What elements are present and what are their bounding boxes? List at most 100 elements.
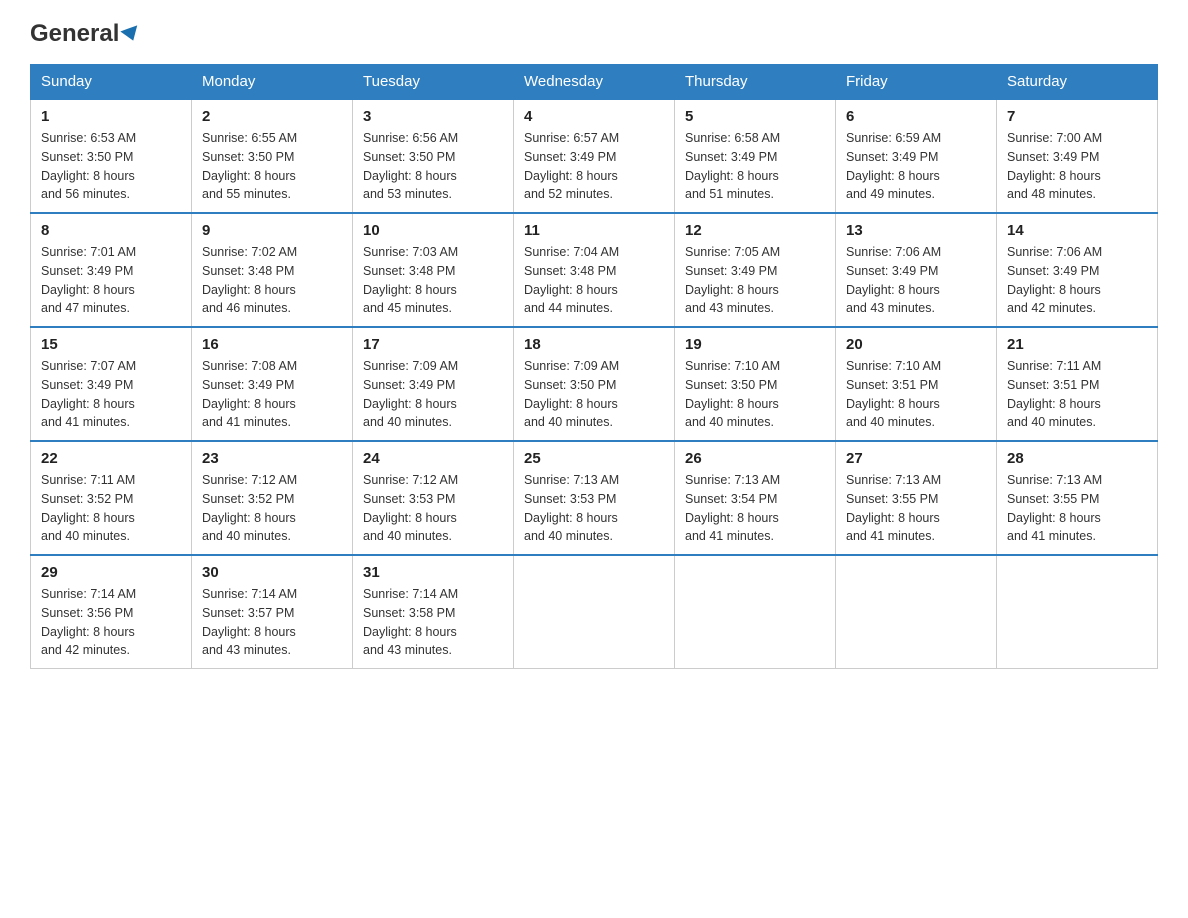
calendar-cell: 8 Sunrise: 7:01 AM Sunset: 3:49 PM Dayli…	[31, 213, 192, 327]
day-number: 19	[685, 336, 825, 353]
day-info: Sunrise: 6:53 AM Sunset: 3:50 PM Dayligh…	[41, 129, 181, 204]
calendar-cell: 28 Sunrise: 7:13 AM Sunset: 3:55 PM Dayl…	[997, 441, 1158, 555]
day-info: Sunrise: 7:14 AM Sunset: 3:57 PM Dayligh…	[202, 585, 342, 660]
day-of-week-header: Wednesday	[514, 65, 675, 100]
day-info: Sunrise: 7:12 AM Sunset: 3:52 PM Dayligh…	[202, 471, 342, 546]
day-info: Sunrise: 7:13 AM Sunset: 3:55 PM Dayligh…	[1007, 471, 1147, 546]
day-info: Sunrise: 7:06 AM Sunset: 3:49 PM Dayligh…	[846, 243, 986, 318]
calendar-cell: 17 Sunrise: 7:09 AM Sunset: 3:49 PM Dayl…	[353, 327, 514, 441]
day-number: 20	[846, 336, 986, 353]
day-info: Sunrise: 7:07 AM Sunset: 3:49 PM Dayligh…	[41, 357, 181, 432]
day-number: 22	[41, 450, 181, 467]
calendar-cell	[997, 555, 1158, 669]
day-number: 13	[846, 222, 986, 239]
day-number: 9	[202, 222, 342, 239]
day-number: 7	[1007, 108, 1147, 125]
day-info: Sunrise: 7:11 AM Sunset: 3:51 PM Dayligh…	[1007, 357, 1147, 432]
calendar-cell: 10 Sunrise: 7:03 AM Sunset: 3:48 PM Dayl…	[353, 213, 514, 327]
calendar-cell: 14 Sunrise: 7:06 AM Sunset: 3:49 PM Dayl…	[997, 213, 1158, 327]
day-number: 12	[685, 222, 825, 239]
calendar-cell: 25 Sunrise: 7:13 AM Sunset: 3:53 PM Dayl…	[514, 441, 675, 555]
day-info: Sunrise: 7:13 AM Sunset: 3:54 PM Dayligh…	[685, 471, 825, 546]
day-number: 26	[685, 450, 825, 467]
day-info: Sunrise: 7:03 AM Sunset: 3:48 PM Dayligh…	[363, 243, 503, 318]
day-number: 4	[524, 108, 664, 125]
calendar-cell: 20 Sunrise: 7:10 AM Sunset: 3:51 PM Dayl…	[836, 327, 997, 441]
day-info: Sunrise: 6:55 AM Sunset: 3:50 PM Dayligh…	[202, 129, 342, 204]
calendar-cell: 6 Sunrise: 6:59 AM Sunset: 3:49 PM Dayli…	[836, 99, 997, 213]
day-info: Sunrise: 6:59 AM Sunset: 3:49 PM Dayligh…	[846, 129, 986, 204]
calendar-week-row: 8 Sunrise: 7:01 AM Sunset: 3:49 PM Dayli…	[31, 213, 1158, 327]
day-of-week-header: Tuesday	[353, 65, 514, 100]
day-number: 14	[1007, 222, 1147, 239]
day-info: Sunrise: 7:12 AM Sunset: 3:53 PM Dayligh…	[363, 471, 503, 546]
calendar-cell: 19 Sunrise: 7:10 AM Sunset: 3:50 PM Dayl…	[675, 327, 836, 441]
day-info: Sunrise: 6:57 AM Sunset: 3:49 PM Dayligh…	[524, 129, 664, 204]
day-info: Sunrise: 7:13 AM Sunset: 3:55 PM Dayligh…	[846, 471, 986, 546]
day-number: 3	[363, 108, 503, 125]
calendar-week-row: 22 Sunrise: 7:11 AM Sunset: 3:52 PM Dayl…	[31, 441, 1158, 555]
day-number: 31	[363, 564, 503, 581]
day-info: Sunrise: 6:58 AM Sunset: 3:49 PM Dayligh…	[685, 129, 825, 204]
day-number: 10	[363, 222, 503, 239]
calendar-cell: 21 Sunrise: 7:11 AM Sunset: 3:51 PM Dayl…	[997, 327, 1158, 441]
day-info: Sunrise: 7:10 AM Sunset: 3:50 PM Dayligh…	[685, 357, 825, 432]
day-number: 16	[202, 336, 342, 353]
calendar-cell: 18 Sunrise: 7:09 AM Sunset: 3:50 PM Dayl…	[514, 327, 675, 441]
day-info: Sunrise: 7:06 AM Sunset: 3:49 PM Dayligh…	[1007, 243, 1147, 318]
day-number: 21	[1007, 336, 1147, 353]
day-info: Sunrise: 7:14 AM Sunset: 3:58 PM Dayligh…	[363, 585, 503, 660]
calendar-cell: 23 Sunrise: 7:12 AM Sunset: 3:52 PM Dayl…	[192, 441, 353, 555]
calendar-cell: 1 Sunrise: 6:53 AM Sunset: 3:50 PM Dayli…	[31, 99, 192, 213]
calendar-week-row: 1 Sunrise: 6:53 AM Sunset: 3:50 PM Dayli…	[31, 99, 1158, 213]
day-number: 30	[202, 564, 342, 581]
day-number: 24	[363, 450, 503, 467]
calendar-cell: 4 Sunrise: 6:57 AM Sunset: 3:49 PM Dayli…	[514, 99, 675, 213]
day-info: Sunrise: 6:56 AM Sunset: 3:50 PM Dayligh…	[363, 129, 503, 204]
day-info: Sunrise: 7:08 AM Sunset: 3:49 PM Dayligh…	[202, 357, 342, 432]
logo-general: General	[30, 20, 119, 48]
day-info: Sunrise: 7:02 AM Sunset: 3:48 PM Dayligh…	[202, 243, 342, 318]
day-number: 27	[846, 450, 986, 467]
calendar-cell: 2 Sunrise: 6:55 AM Sunset: 3:50 PM Dayli…	[192, 99, 353, 213]
calendar-cell: 26 Sunrise: 7:13 AM Sunset: 3:54 PM Dayl…	[675, 441, 836, 555]
calendar-cell: 3 Sunrise: 6:56 AM Sunset: 3:50 PM Dayli…	[353, 99, 514, 213]
day-number: 2	[202, 108, 342, 125]
day-number: 28	[1007, 450, 1147, 467]
day-info: Sunrise: 7:05 AM Sunset: 3:49 PM Dayligh…	[685, 243, 825, 318]
day-number: 17	[363, 336, 503, 353]
calendar-cell: 22 Sunrise: 7:11 AM Sunset: 3:52 PM Dayl…	[31, 441, 192, 555]
calendar-week-row: 15 Sunrise: 7:07 AM Sunset: 3:49 PM Dayl…	[31, 327, 1158, 441]
page-header: General	[30, 20, 1158, 44]
calendar-week-row: 29 Sunrise: 7:14 AM Sunset: 3:56 PM Dayl…	[31, 555, 1158, 669]
calendar-cell: 9 Sunrise: 7:02 AM Sunset: 3:48 PM Dayli…	[192, 213, 353, 327]
day-number: 25	[524, 450, 664, 467]
day-number: 18	[524, 336, 664, 353]
day-of-week-header: Sunday	[31, 65, 192, 100]
calendar-cell: 31 Sunrise: 7:14 AM Sunset: 3:58 PM Dayl…	[353, 555, 514, 669]
day-number: 23	[202, 450, 342, 467]
day-info: Sunrise: 7:01 AM Sunset: 3:49 PM Dayligh…	[41, 243, 181, 318]
day-number: 5	[685, 108, 825, 125]
calendar-cell: 30 Sunrise: 7:14 AM Sunset: 3:57 PM Dayl…	[192, 555, 353, 669]
calendar-header-row: SundayMondayTuesdayWednesdayThursdayFrid…	[31, 65, 1158, 100]
day-info: Sunrise: 7:14 AM Sunset: 3:56 PM Dayligh…	[41, 585, 181, 660]
day-number: 6	[846, 108, 986, 125]
day-number: 1	[41, 108, 181, 125]
calendar-cell	[514, 555, 675, 669]
calendar-cell: 12 Sunrise: 7:05 AM Sunset: 3:49 PM Dayl…	[675, 213, 836, 327]
calendar-cell: 13 Sunrise: 7:06 AM Sunset: 3:49 PM Dayl…	[836, 213, 997, 327]
day-info: Sunrise: 7:11 AM Sunset: 3:52 PM Dayligh…	[41, 471, 181, 546]
logo: General	[30, 20, 140, 44]
calendar-cell: 16 Sunrise: 7:08 AM Sunset: 3:49 PM Dayl…	[192, 327, 353, 441]
day-of-week-header: Friday	[836, 65, 997, 100]
calendar-table: SundayMondayTuesdayWednesdayThursdayFrid…	[30, 64, 1158, 669]
day-of-week-header: Monday	[192, 65, 353, 100]
day-number: 15	[41, 336, 181, 353]
calendar-cell: 24 Sunrise: 7:12 AM Sunset: 3:53 PM Dayl…	[353, 441, 514, 555]
day-info: Sunrise: 7:09 AM Sunset: 3:49 PM Dayligh…	[363, 357, 503, 432]
day-info: Sunrise: 7:04 AM Sunset: 3:48 PM Dayligh…	[524, 243, 664, 318]
calendar-cell: 29 Sunrise: 7:14 AM Sunset: 3:56 PM Dayl…	[31, 555, 192, 669]
day-number: 8	[41, 222, 181, 239]
day-number: 11	[524, 222, 664, 239]
